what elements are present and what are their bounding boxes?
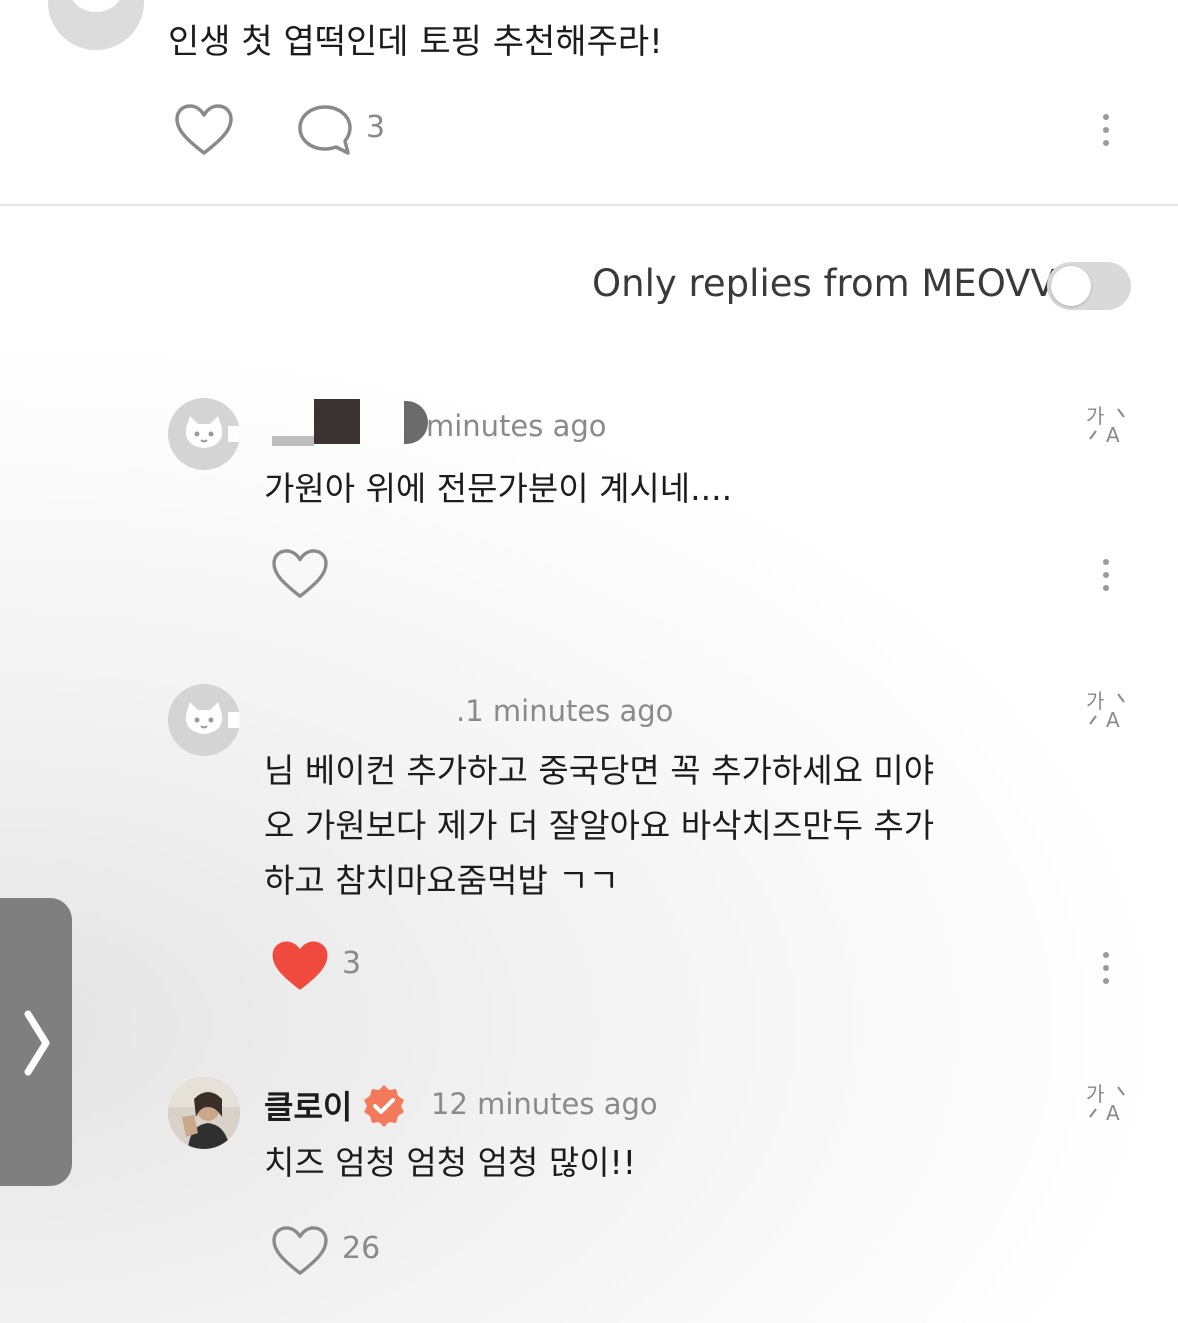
translate-icon[interactable]: 가 A (1086, 1083, 1128, 1123)
chevron-right-icon (24, 1010, 50, 1076)
svg-text:가: 가 (1086, 1083, 1104, 1106)
reply-text: 가원아 위에 전문가분이 계시네.... (264, 469, 733, 508)
section-divider (0, 204, 1178, 206)
artist-avatar[interactable] (168, 1077, 240, 1149)
cat-avatar-icon (48, 0, 144, 50)
svg-text:A: A (1106, 708, 1120, 730)
heart-icon[interactable] (271, 1225, 329, 1277)
reply-timestamp: .1 minutes ago (456, 694, 674, 728)
filter-toggle[interactable] (1047, 262, 1131, 310)
heart-icon[interactable] (174, 103, 234, 157)
cat-avatar-icon (168, 398, 240, 470)
reply-timestamp: minutes ago (426, 409, 607, 443)
comment-icon[interactable] (296, 103, 354, 157)
svg-text:가: 가 (1086, 690, 1104, 713)
heart-filled-icon[interactable] (271, 940, 329, 992)
toggle-knob (1051, 266, 1091, 306)
like-count: 3 (342, 946, 362, 981)
more-vertical-icon[interactable] (1100, 559, 1112, 598)
reply-text-line: 하고 참치마요줌먹밥 ㄱㄱ (264, 861, 619, 900)
post-text: 인생 첫 엽떡인데 토핑 추천해주라! (168, 22, 663, 62)
reply-text-line: 님 베이컨 추가하고 중국당면 꼭 추가하세요 미야 (264, 751, 935, 790)
reply-text-line: 오 가원보다 제가 더 잘알아요 바삭치즈만두 추가 (264, 806, 935, 845)
reply-text: 치즈 엄청 엄청 엄청 많이!! (264, 1143, 637, 1182)
redaction-block (272, 436, 314, 446)
artist-username[interactable]: 클로이 (264, 1082, 352, 1128)
post-author-avatar[interactable] (48, 0, 144, 50)
comment-count: 3 (366, 110, 386, 145)
reply-avatar[interactable] (168, 684, 240, 756)
translate-icon[interactable]: 가 A (1086, 405, 1128, 445)
reply-avatar[interactable] (168, 398, 240, 470)
more-vertical-icon[interactable] (1100, 114, 1112, 153)
svg-text:가: 가 (1086, 405, 1104, 428)
like-count: 26 (342, 1231, 381, 1266)
translate-icon[interactable]: 가 A (1086, 690, 1128, 730)
cat-avatar-icon (168, 684, 240, 756)
filter-label: Only replies from MEOVV (592, 262, 1056, 305)
heart-icon[interactable] (271, 548, 329, 600)
verified-badge-icon (364, 1085, 404, 1127)
redaction-block (404, 401, 428, 444)
redaction-block (314, 399, 360, 444)
photo-avatar-icon (168, 1077, 240, 1149)
reply-timestamp: 12 minutes ago (431, 1087, 658, 1121)
side-panel-handle[interactable] (0, 898, 72, 1186)
more-vertical-icon[interactable] (1100, 952, 1112, 991)
svg-text:A: A (1106, 423, 1120, 445)
svg-text:A: A (1106, 1101, 1120, 1123)
